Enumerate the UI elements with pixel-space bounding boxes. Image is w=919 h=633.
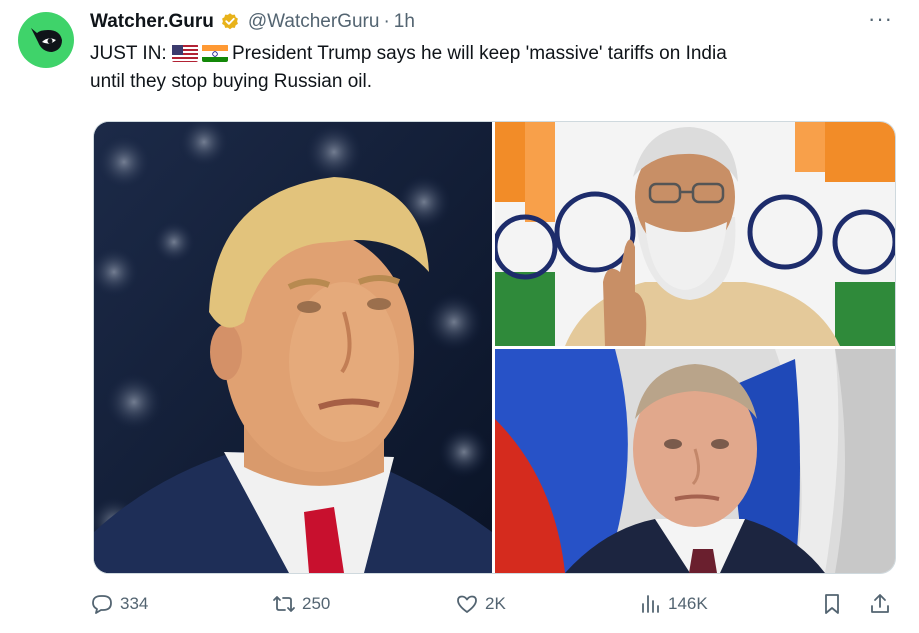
action-bar: 334 250 2K 146K	[90, 592, 898, 622]
separator-dot: ·	[383, 11, 390, 32]
avatar[interactable]	[18, 12, 74, 68]
author-handle[interactable]: @WatcherGuru	[248, 11, 380, 33]
tweet-text: JUST IN: President Trump says he will ke…	[90, 40, 890, 96]
share-icon	[871, 594, 889, 613]
more-options-button[interactable]: ···	[868, 6, 893, 32]
media-image-top-right[interactable]	[495, 122, 895, 346]
views-count: 146K	[668, 594, 708, 613]
photo-illustration	[495, 349, 895, 573]
tweet-header: Watcher.Guru @WatcherGuru · 1h	[90, 8, 415, 36]
photo-illustration	[94, 122, 492, 573]
share-button[interactable]	[868, 592, 898, 616]
like-button[interactable]: 2K	[455, 592, 506, 616]
author-name[interactable]: Watcher.Guru	[90, 11, 214, 33]
like-count: 2K	[485, 594, 506, 613]
photo-illustration	[495, 122, 895, 346]
tweet-text-line-1: JUST IN: President Trump says he will ke…	[90, 40, 890, 68]
media-image-left[interactable]	[94, 122, 492, 573]
retweet-button[interactable]: 250	[272, 592, 330, 616]
india-flag-icon	[202, 44, 228, 62]
views-button[interactable]: 146K	[638, 592, 708, 616]
reply-button[interactable]: 334	[90, 592, 148, 616]
watcher-logo-icon	[31, 28, 62, 52]
text-prefix: JUST IN:	[90, 43, 172, 64]
media-image-bottom-right[interactable]	[495, 349, 895, 573]
reply-icon	[92, 595, 112, 614]
retweet-count: 250	[302, 594, 331, 613]
media-grid	[93, 121, 896, 574]
timestamp[interactable]: 1h	[394, 11, 415, 33]
verified-badge-icon	[221, 13, 238, 30]
bookmark-button[interactable]	[820, 592, 850, 616]
views-icon	[642, 595, 659, 613]
bookmark-icon	[825, 594, 839, 614]
reply-count: 334	[120, 594, 149, 613]
tweet-text-line-2: until they stop buying Russian oil.	[90, 71, 372, 92]
retweet-icon	[273, 596, 295, 612]
text-line-1-rest: President Trump says he will keep 'massi…	[232, 43, 727, 64]
heart-icon	[457, 595, 477, 613]
us-flag-icon	[172, 44, 198, 62]
